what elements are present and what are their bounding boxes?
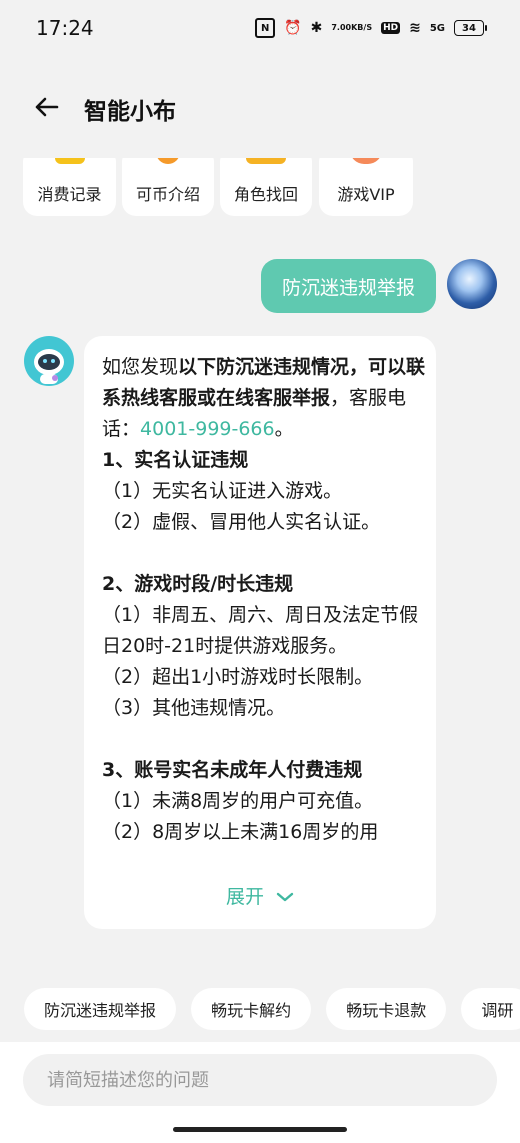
chip-pass-cancel[interactable]: 畅玩卡解约 bbox=[191, 988, 312, 1030]
shortcut-coin-intro[interactable]: 可币介绍 bbox=[122, 158, 214, 216]
chevron-down-icon bbox=[276, 892, 294, 902]
vip-icon bbox=[350, 158, 382, 164]
clock: 17:24 bbox=[36, 16, 94, 40]
network-speed-value: 7.00 bbox=[331, 23, 352, 32]
star-icon bbox=[54, 158, 85, 164]
shortcut-label: 游戏VIP bbox=[337, 185, 395, 204]
hd-icon: HD bbox=[381, 22, 401, 34]
wifi-icon: ≋ bbox=[409, 20, 421, 36]
page-title: 智能小布 bbox=[84, 99, 176, 125]
section-item: （3）其他违规情况。 bbox=[102, 697, 286, 719]
shortcut-row: 消费记录 可币介绍 角色找回 游戏VIP bbox=[0, 158, 520, 218]
card-icon bbox=[246, 158, 286, 164]
shortcut-label: 消费记录 bbox=[37, 185, 102, 204]
section-title: 1、实名认证违规 bbox=[102, 449, 249, 471]
app-header: 智能小布 bbox=[0, 78, 520, 138]
intro-text: 如您发现 bbox=[102, 356, 179, 378]
assistant-message-card: 如您发现以下防沉迷违规情况，可以联系热线客服或在线客服举报，客服电话：4001-… bbox=[84, 336, 436, 929]
shortcut-purchase-records[interactable]: 消费记录 bbox=[23, 158, 116, 216]
phone-link[interactable]: 4001-999-666 bbox=[140, 418, 275, 440]
chip-anti-addiction-report[interactable]: 防沉迷违规举报 bbox=[24, 988, 177, 1030]
intro-end: 。 bbox=[274, 418, 294, 440]
shortcut-role-recovery[interactable]: 角色找回 bbox=[220, 158, 312, 216]
section-title: 3、账号实名未成年人付费违规 bbox=[102, 759, 363, 781]
section-item: （2）超出1小时游戏时长限制。 bbox=[102, 666, 374, 688]
network-speed-unit: KB/S bbox=[351, 23, 373, 32]
shortcut-label: 角色找回 bbox=[233, 185, 298, 204]
section-title: 2、游戏时段/时长违规 bbox=[102, 573, 294, 595]
chip-survey[interactable]: 调研 bbox=[461, 988, 520, 1030]
section-item: （2）8周岁以上未满16周岁的用 bbox=[102, 821, 379, 843]
section-item: （1）未满8周岁的用户可充值。 bbox=[102, 790, 374, 812]
signal-icon: 5G bbox=[429, 22, 445, 34]
home-indicator[interactable] bbox=[173, 1127, 347, 1132]
status-icons: N ⏰ ✱ 7.00 KB/S HD ≋ 5G 34 bbox=[255, 18, 487, 38]
suggestion-chips: 防沉迷违规举报 畅玩卡解约 畅玩卡退款 调研 bbox=[24, 988, 520, 1030]
shortcut-game-vip[interactable]: 游戏VIP bbox=[319, 158, 413, 216]
section-item: （1）非周五、周六、周日及法定节假日20时-21时提供游戏服务。 bbox=[102, 604, 419, 657]
robot-icon bbox=[34, 349, 64, 384]
shortcut-label: 可币介绍 bbox=[135, 185, 200, 204]
chip-pass-refund[interactable]: 畅玩卡退款 bbox=[326, 988, 447, 1030]
bluetooth-icon: ✱ bbox=[310, 20, 323, 36]
user-message-bubble[interactable]: 防沉迷违规举报 bbox=[261, 259, 436, 313]
section-item: （2）虚假、冒用他人实名认证。 bbox=[102, 511, 381, 533]
alarm-icon: ⏰ bbox=[284, 20, 302, 36]
back-arrow-icon[interactable] bbox=[30, 90, 64, 124]
user-avatar[interactable] bbox=[447, 259, 497, 309]
assistant-message-text: 如您发现以下防沉迷违规情况，可以联系热线客服或在线客服举报，客服电话：4001-… bbox=[102, 352, 427, 848]
expand-label: 展开 bbox=[225, 886, 264, 908]
expand-button[interactable]: 展开 bbox=[84, 882, 436, 909]
assistant-avatar bbox=[24, 336, 74, 386]
nfc-icon: N bbox=[255, 18, 276, 38]
network-speed: 7.00 KB/S bbox=[331, 24, 372, 32]
status-bar: 17:24 N ⏰ ✱ 7.00 KB/S HD ≋ 5G 34 bbox=[0, 0, 520, 58]
battery-icon: 34 bbox=[454, 20, 487, 36]
intro-paragraph: 如您发现以下防沉迷违规情况，可以联系热线客服或在线客服举报，客服电话：4001-… bbox=[102, 352, 427, 445]
question-input[interactable] bbox=[23, 1054, 497, 1106]
coin-icon bbox=[156, 158, 180, 164]
section-item: （1）无实名认证进入游戏。 bbox=[102, 480, 343, 502]
